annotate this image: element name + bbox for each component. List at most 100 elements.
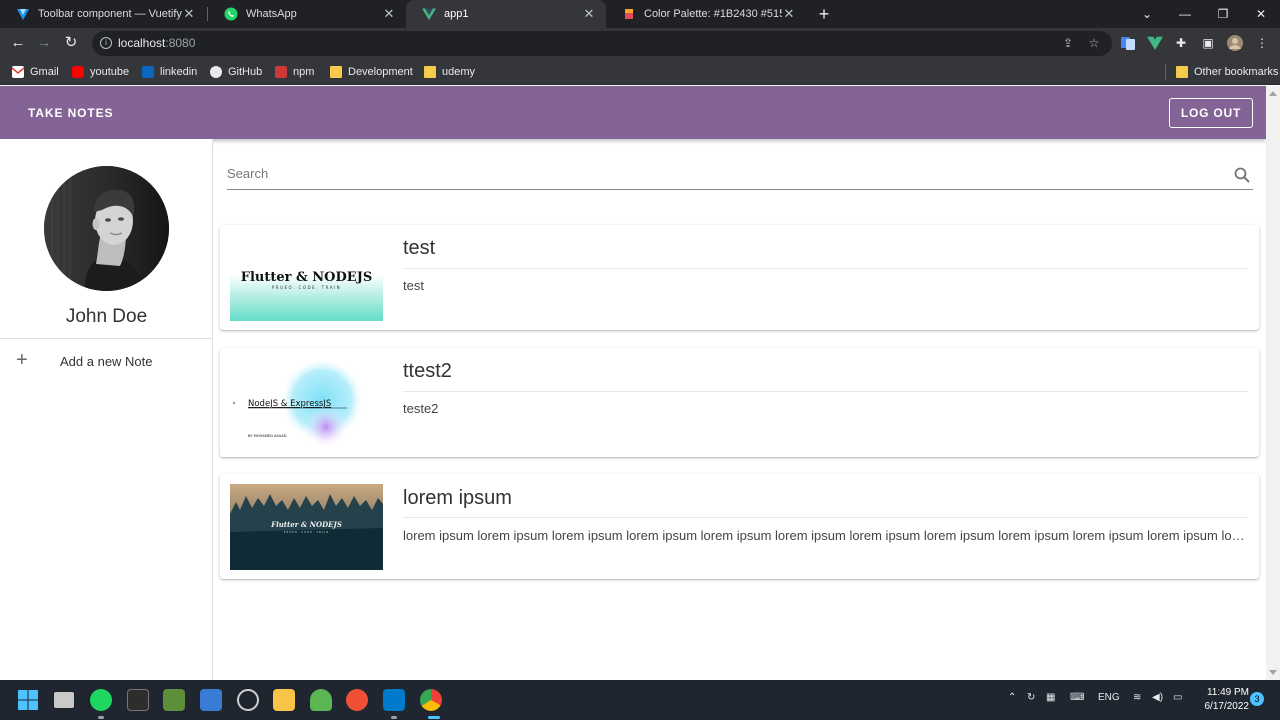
- minimize-button[interactable]: —: [1166, 0, 1204, 28]
- address-bar: ← → ↻ i localhost:8080 ⇪ ☆ ✚ ▣ ⋮: [0, 28, 1280, 59]
- thumbnail-title: Flutter & NODEJS: [241, 270, 372, 285]
- close-icon[interactable]: ✕: [782, 6, 796, 22]
- terminal-icon[interactable]: [127, 689, 149, 711]
- obs-icon[interactable]: [237, 689, 259, 711]
- language-indicator[interactable]: ENG: [1098, 692, 1120, 703]
- folder-icon: [424, 66, 436, 78]
- android-studio-icon[interactable]: [310, 689, 332, 711]
- vue-icon: [422, 7, 436, 21]
- notepad-icon[interactable]: [163, 689, 185, 711]
- close-icon[interactable]: ✕: [582, 6, 596, 22]
- scroll-up-icon[interactable]: [1269, 91, 1277, 96]
- app-tray-icon[interactable]: ▦: [1046, 692, 1055, 703]
- vscode-icon[interactable]: [383, 689, 405, 711]
- divider: [403, 391, 1248, 392]
- reload-icon[interactable]: ↻: [61, 33, 81, 53]
- close-icon[interactable]: ✕: [382, 6, 396, 22]
- bookmark-label: udemy: [442, 66, 476, 78]
- search-icon[interactable]: [1233, 166, 1251, 184]
- volume-icon[interactable]: ◀): [1152, 692, 1163, 703]
- forward-icon[interactable]: →: [34, 33, 54, 53]
- logout-button[interactable]: LOG OUT: [1169, 98, 1253, 128]
- plus-icon: +: [16, 349, 28, 371]
- note-card[interactable]: NodeJS & ExpressJS BY MOHAMED ASAAD ttes…: [220, 348, 1259, 457]
- tab-color-palette[interactable]: Color Palette: #1B2430 #51557E ✕: [606, 0, 806, 28]
- url-text: localhost:8080: [118, 36, 195, 50]
- profile-avatar-icon[interactable]: [1227, 35, 1243, 51]
- tab-app1[interactable]: app1 ✕: [406, 0, 606, 28]
- bookmark-folder-development[interactable]: Development: [330, 64, 413, 80]
- user-name: John Doe: [65, 306, 148, 327]
- npm-icon: [275, 66, 287, 78]
- windows-start-icon[interactable]: [17, 689, 39, 711]
- url-host: localhost: [118, 36, 166, 50]
- url-input[interactable]: i localhost:8080 ⇪ ☆: [92, 31, 1112, 56]
- system-clock[interactable]: 11:49 PM 6/17/2022: [1197, 686, 1250, 714]
- bookmark-folder-udemy[interactable]: udemy: [424, 64, 475, 80]
- spotify-icon[interactable]: [90, 689, 112, 711]
- gmail-icon: [12, 66, 24, 78]
- star-icon[interactable]: ☆: [1086, 35, 1102, 51]
- note-thumbnail: Flutter & NODEJS PRUEO. CODE. TRAIN: [230, 236, 383, 321]
- running-indicator: [428, 716, 440, 719]
- bookmark-label: Gmail: [30, 66, 59, 78]
- sync-icon[interactable]: ↻: [1027, 692, 1035, 703]
- app-title: TAKE NOTES: [28, 106, 114, 120]
- chevron-up-icon[interactable]: ⌃: [1008, 692, 1016, 703]
- bookmark-label: youtube: [90, 66, 130, 78]
- bookmark-gmail[interactable]: Gmail: [12, 64, 59, 80]
- folder-icon: [330, 66, 342, 78]
- side-panel-icon[interactable]: ▣: [1200, 35, 1216, 51]
- note-card[interactable]: Flutter & NODEJS PRUEO. CODE. TRAIN test…: [220, 225, 1259, 330]
- youtube-icon: [72, 66, 84, 78]
- browser-tab-bar: Toolbar component — Vuetify ✕ WhatsApp ✕…: [0, 0, 1280, 28]
- notification-badge[interactable]: 3: [1250, 692, 1264, 706]
- chrome-icon[interactable]: [420, 689, 442, 711]
- tab-title: app1: [444, 8, 469, 20]
- bookmark-youtube[interactable]: youtube: [72, 64, 129, 80]
- page-scrollbar[interactable]: [1266, 86, 1280, 680]
- add-note-button[interactable]: + Add a new Note: [0, 344, 213, 380]
- tab-whatsapp[interactable]: WhatsApp ✕: [208, 0, 406, 28]
- bookmark-github[interactable]: GitHub: [210, 64, 262, 80]
- linkedin-icon: [142, 66, 154, 78]
- divider: [0, 338, 213, 339]
- file-explorer-icon[interactable]: [273, 689, 295, 711]
- tab-vuetify[interactable]: Toolbar component — Vuetify ✕: [0, 0, 206, 28]
- git-icon[interactable]: [346, 689, 368, 711]
- bookmark-label: GitHub: [228, 66, 263, 78]
- tab-search-icon[interactable]: ⌄: [1128, 0, 1166, 28]
- bookmark-label: npm: [293, 66, 315, 78]
- avatar: [44, 166, 169, 291]
- clock-date: 6/17/2022: [1204, 701, 1250, 712]
- back-icon[interactable]: ←: [8, 33, 28, 53]
- close-window-button[interactable]: ✕: [1242, 0, 1280, 28]
- menu-icon[interactable]: ⋮: [1254, 35, 1270, 51]
- wifi-icon[interactable]: ≋: [1133, 692, 1141, 703]
- maximize-button[interactable]: ❐: [1204, 0, 1242, 28]
- note-body: test: [403, 278, 424, 293]
- scroll-down-icon[interactable]: [1269, 670, 1277, 675]
- thumbnail-subtitle: BY MOHAMED ASAAD: [248, 434, 287, 438]
- translate-extension-icon[interactable]: [1120, 35, 1136, 51]
- share-icon[interactable]: ⇪: [1060, 35, 1076, 51]
- whatsapp-icon: [224, 7, 238, 21]
- new-tab-button[interactable]: +: [814, 4, 834, 24]
- calculator-icon[interactable]: [200, 689, 222, 711]
- bookmark-label: linkedin: [160, 66, 198, 78]
- note-card[interactable]: Flutter & NODEJS PRUEO. CODE. TRAIN lore…: [220, 474, 1259, 579]
- thumbnail-subtitle: PRUEO. CODE. TRAIN: [284, 530, 329, 534]
- task-view-icon[interactable]: [54, 692, 74, 708]
- os-taskbar: ⌃ ↻ ▦ ⌨ ENG ≋ ◀) ▭ 11:49 PM 6/17/2022 3: [0, 680, 1280, 720]
- bookmark-npm[interactable]: npm: [275, 64, 314, 80]
- keyboard-icon[interactable]: ⌨: [1070, 692, 1084, 703]
- close-icon[interactable]: ✕: [182, 6, 196, 22]
- extensions-icon[interactable]: ✚: [1173, 35, 1189, 51]
- running-indicator: [391, 716, 397, 719]
- site-info-icon[interactable]: i: [100, 37, 112, 49]
- bookmark-linkedin[interactable]: linkedin: [142, 64, 197, 80]
- bookmark-folder-other[interactable]: Other bookmarks: [1176, 64, 1278, 80]
- battery-icon[interactable]: ▭: [1173, 692, 1182, 703]
- search-input[interactable]: [227, 166, 1217, 181]
- vue-devtools-icon[interactable]: [1147, 35, 1163, 51]
